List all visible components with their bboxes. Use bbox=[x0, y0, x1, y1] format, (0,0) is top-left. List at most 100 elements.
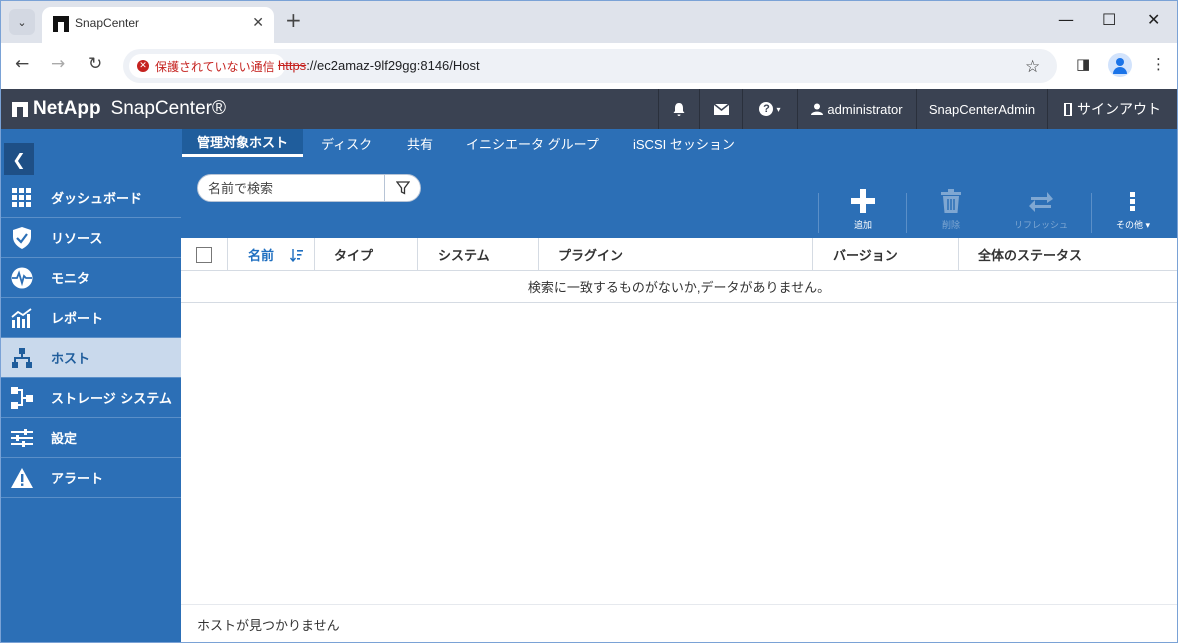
back-icon[interactable]: ← bbox=[15, 54, 29, 74]
main-content: 管理対象ホスト ディスク 共有 イニシエータ グループ iSCSI セッション … bbox=[181, 129, 1177, 642]
sidebar-item-resources[interactable]: リソース bbox=[1, 218, 181, 258]
more-vertical-icon bbox=[1130, 186, 1136, 216]
column-header-name[interactable]: 名前 bbox=[228, 238, 315, 271]
storage-icon bbox=[11, 386, 33, 409]
host-icon bbox=[11, 347, 33, 369]
trash-icon bbox=[941, 186, 961, 216]
browser-tab[interactable]: SnapCenter ✕ bbox=[42, 7, 274, 43]
column-label: タイプ bbox=[334, 248, 374, 263]
new-tab-button[interactable]: + bbox=[285, 10, 302, 30]
mail-icon bbox=[713, 103, 729, 115]
product-name: SnapCenter® bbox=[110, 98, 226, 119]
menu-kebab-icon[interactable]: ⋮ bbox=[1151, 55, 1166, 73]
sort-icon[interactable] bbox=[290, 248, 304, 262]
column-label: バージョン bbox=[833, 248, 898, 263]
toolbar-divider bbox=[818, 193, 819, 233]
reload-icon[interactable]: ↻ bbox=[88, 54, 102, 74]
tab-label: ディスク bbox=[321, 136, 373, 152]
sidebar-item-alerts[interactable]: アラート bbox=[1, 458, 181, 498]
column-label: 名前 bbox=[248, 248, 275, 263]
column-label: システム bbox=[438, 248, 490, 263]
status-footer: ホストが見つかりません bbox=[181, 604, 1177, 642]
help-button[interactable]: ? ▾ bbox=[742, 89, 797, 129]
bookmark-star-icon[interactable]: ☆ bbox=[1025, 57, 1040, 77]
address-bar[interactable]: ✕ 保護されていない通信 https://ec2amaz-9lf29gg:814… bbox=[123, 49, 1057, 83]
refresh-button[interactable]: リフレッシュ bbox=[1011, 186, 1071, 236]
shield-icon bbox=[11, 226, 33, 249]
alert-icon bbox=[11, 467, 33, 489]
sidebar-item-label: ホスト bbox=[51, 352, 91, 367]
column-header-system[interactable]: システム bbox=[418, 238, 539, 271]
tab-managed-hosts[interactable]: 管理対象ホスト bbox=[182, 129, 304, 157]
add-button[interactable]: 追加 bbox=[845, 186, 881, 236]
sidebar-item-label: リソース bbox=[51, 232, 103, 247]
side-panel-icon[interactable]: ◨ bbox=[1076, 55, 1090, 73]
tab-search-button[interactable]: ⌄ bbox=[9, 9, 35, 35]
caret-down-icon: ▾ bbox=[776, 104, 781, 114]
column-label: 全体のステータス bbox=[978, 248, 1083, 263]
delete-button[interactable]: 削除 bbox=[933, 186, 969, 236]
sidebar-item-hosts[interactable]: ホスト bbox=[1, 338, 181, 378]
user-icon bbox=[811, 103, 824, 115]
sidebar-item-label: モニタ bbox=[51, 272, 91, 287]
signout-label: サインアウト bbox=[1077, 101, 1161, 117]
netapp-logo: NetApp SnapCenter® bbox=[12, 98, 226, 120]
sidebar-item-storage-systems[interactable]: ストレージ システム bbox=[1, 378, 181, 418]
tab-label: 共有 bbox=[407, 136, 434, 152]
notifications-button[interactable] bbox=[658, 89, 699, 129]
sidebar-item-settings[interactable]: 設定 bbox=[1, 418, 181, 458]
browser-toolbar: ← → ↻ ✕ 保護されていない通信 https://ec2amaz-9lf29… bbox=[1, 43, 1177, 89]
chevron-left-icon: ❮ bbox=[12, 149, 26, 169]
sidebar-item-reports[interactable]: レポート bbox=[1, 298, 181, 338]
tab-iscsi-sessions[interactable]: iSCSI セッション bbox=[618, 129, 750, 157]
tab-initiator-groups[interactable]: イニシエータ グループ bbox=[451, 129, 614, 157]
toolbar-divider bbox=[906, 193, 907, 233]
netapp-mark-icon bbox=[12, 101, 28, 117]
host-toolbar-area: 管理対象ホスト ディスク 共有 イニシエータ グループ iSCSI セッション … bbox=[181, 129, 1177, 238]
user-menu[interactable]: administrator bbox=[797, 89, 916, 129]
report-icon bbox=[11, 307, 33, 329]
profile-avatar-icon[interactable] bbox=[1108, 53, 1132, 77]
hosts-table-header: 名前 タイプ システム プラグイン バージョン 全体のステータス bbox=[181, 238, 1177, 271]
empty-table-message: 検索に一致するものがないか,データがありません。 bbox=[181, 271, 1177, 303]
sidebar-item-monitor[interactable]: モニタ bbox=[1, 258, 181, 298]
column-header-type[interactable]: タイプ bbox=[315, 238, 418, 271]
role-menu[interactable]: SnapCenterAdmin bbox=[916, 89, 1047, 129]
netapp-favicon-icon bbox=[53, 16, 69, 32]
chevron-down-icon: ⌄ bbox=[17, 15, 27, 29]
column-header-overall-status[interactable]: 全体のステータス bbox=[959, 238, 1177, 271]
search-input[interactable] bbox=[208, 179, 378, 197]
tab-strip: ⌄ SnapCenter ✕ + — ☐ ✕ bbox=[1, 1, 1177, 43]
brand-name: NetApp bbox=[33, 98, 101, 119]
filter-button[interactable] bbox=[384, 175, 421, 201]
help-icon: ? bbox=[759, 102, 774, 116]
sidebar-item-dashboard[interactable]: ダッシュボード bbox=[1, 178, 181, 218]
url-text[interactable]: https://ec2amaz-9lf29gg:8146/Host bbox=[278, 58, 480, 73]
delete-label: 削除 bbox=[941, 220, 960, 230]
messages-button[interactable] bbox=[699, 89, 742, 129]
security-label: 保護されていない通信 bbox=[155, 59, 275, 74]
window-close-icon[interactable]: ✕ bbox=[1147, 10, 1160, 29]
tab-label: イニシエータ グループ bbox=[466, 136, 599, 152]
more-button[interactable]: その他 ▾ bbox=[1111, 186, 1155, 236]
filter-icon bbox=[396, 181, 410, 195]
forward-icon[interactable]: → bbox=[51, 54, 65, 74]
add-label: 追加 bbox=[853, 220, 872, 230]
minimize-icon[interactable]: — bbox=[1058, 10, 1074, 29]
signout-button[interactable]: サインアウト bbox=[1047, 89, 1177, 129]
select-all-checkbox[interactable] bbox=[196, 247, 212, 263]
app-header: NetApp SnapCenter® ? ▾ administrator Sna… bbox=[1, 89, 1177, 129]
tab-disks[interactable]: ディスク bbox=[306, 129, 387, 157]
close-icon[interactable]: ✕ bbox=[252, 15, 264, 31]
security-chip[interactable]: ✕ 保護されていない通信 bbox=[129, 54, 285, 78]
warning-icon: ✕ bbox=[137, 60, 149, 72]
column-header-plugin[interactable]: プラグイン bbox=[539, 238, 813, 271]
collapse-sidebar-button[interactable]: ❮ bbox=[4, 143, 34, 175]
sidebar-item-label: アラート bbox=[51, 472, 104, 487]
maximize-icon[interactable]: ☐ bbox=[1102, 10, 1116, 29]
sidebar: ❮ ダッシュボード リソース モニタ レポート ホスト ストレージ システム 設… bbox=[1, 129, 181, 642]
tab-shares[interactable]: 共有 bbox=[392, 129, 448, 157]
tab-title: SnapCenter bbox=[75, 16, 140, 30]
column-header-version[interactable]: バージョン bbox=[813, 238, 959, 271]
dashboard-icon bbox=[11, 187, 33, 209]
